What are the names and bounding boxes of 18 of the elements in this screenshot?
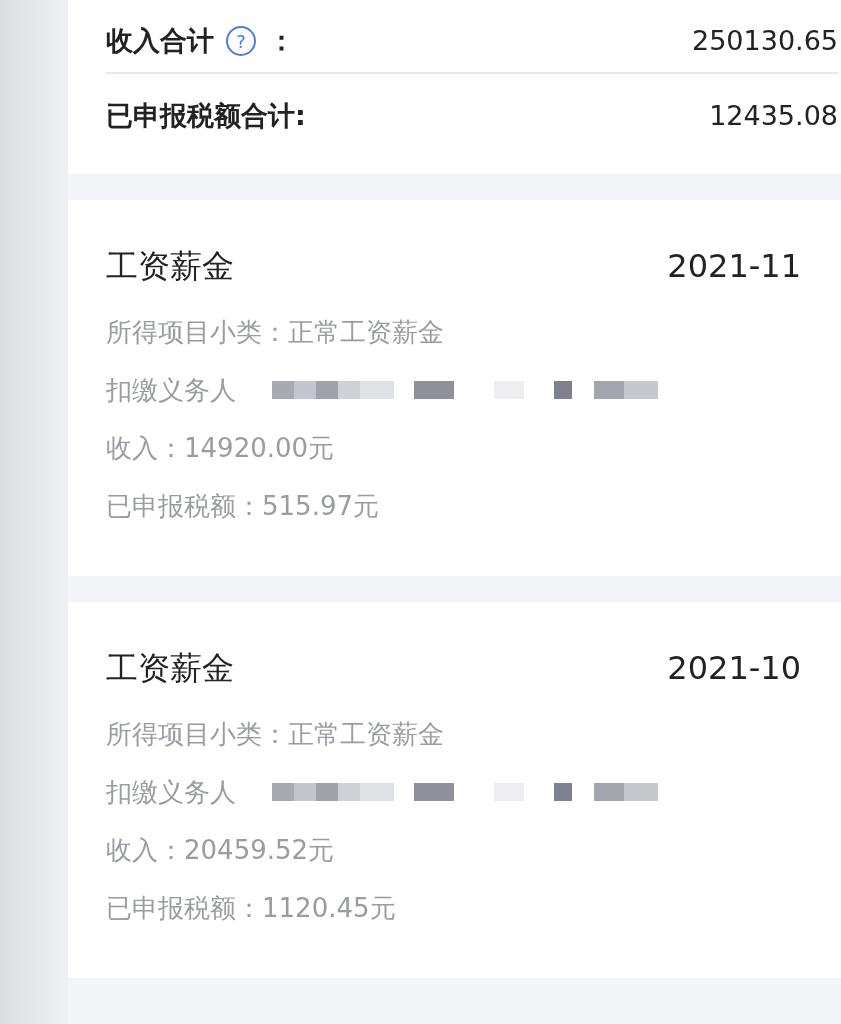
record-title: 工资薪金 <box>106 246 234 287</box>
summary-label: 收入合计 <box>106 23 214 58</box>
record-date: 2021-10 <box>667 648 801 689</box>
record-detail: 所得项目小类：正常工资薪金 <box>106 718 445 751</box>
record-detail: 扣缴义务人 <box>106 776 236 809</box>
summary-value: 12435.08 <box>709 98 838 133</box>
record-title: 工资薪金 <box>106 648 234 689</box>
record-detail: 扣缴义务人 <box>106 374 236 407</box>
record-detail: 所得项目小类：正常工资薪金 <box>106 316 445 349</box>
record-date: 2021-11 <box>667 246 801 287</box>
record-detail: 收入：14920.00元 <box>106 432 336 465</box>
record-detail: 收入：20459.52元 <box>106 834 336 867</box>
summary-label: 已申报税额合计: <box>106 98 306 133</box>
record-detail: 已申报税额：1120.45元 <box>106 892 397 925</box>
summary-value: 250130.65 <box>692 23 838 58</box>
help-icon: ? <box>226 26 256 56</box>
colon: ： <box>268 23 295 58</box>
record-detail: 已申报税额：515.97元 <box>106 490 380 523</box>
